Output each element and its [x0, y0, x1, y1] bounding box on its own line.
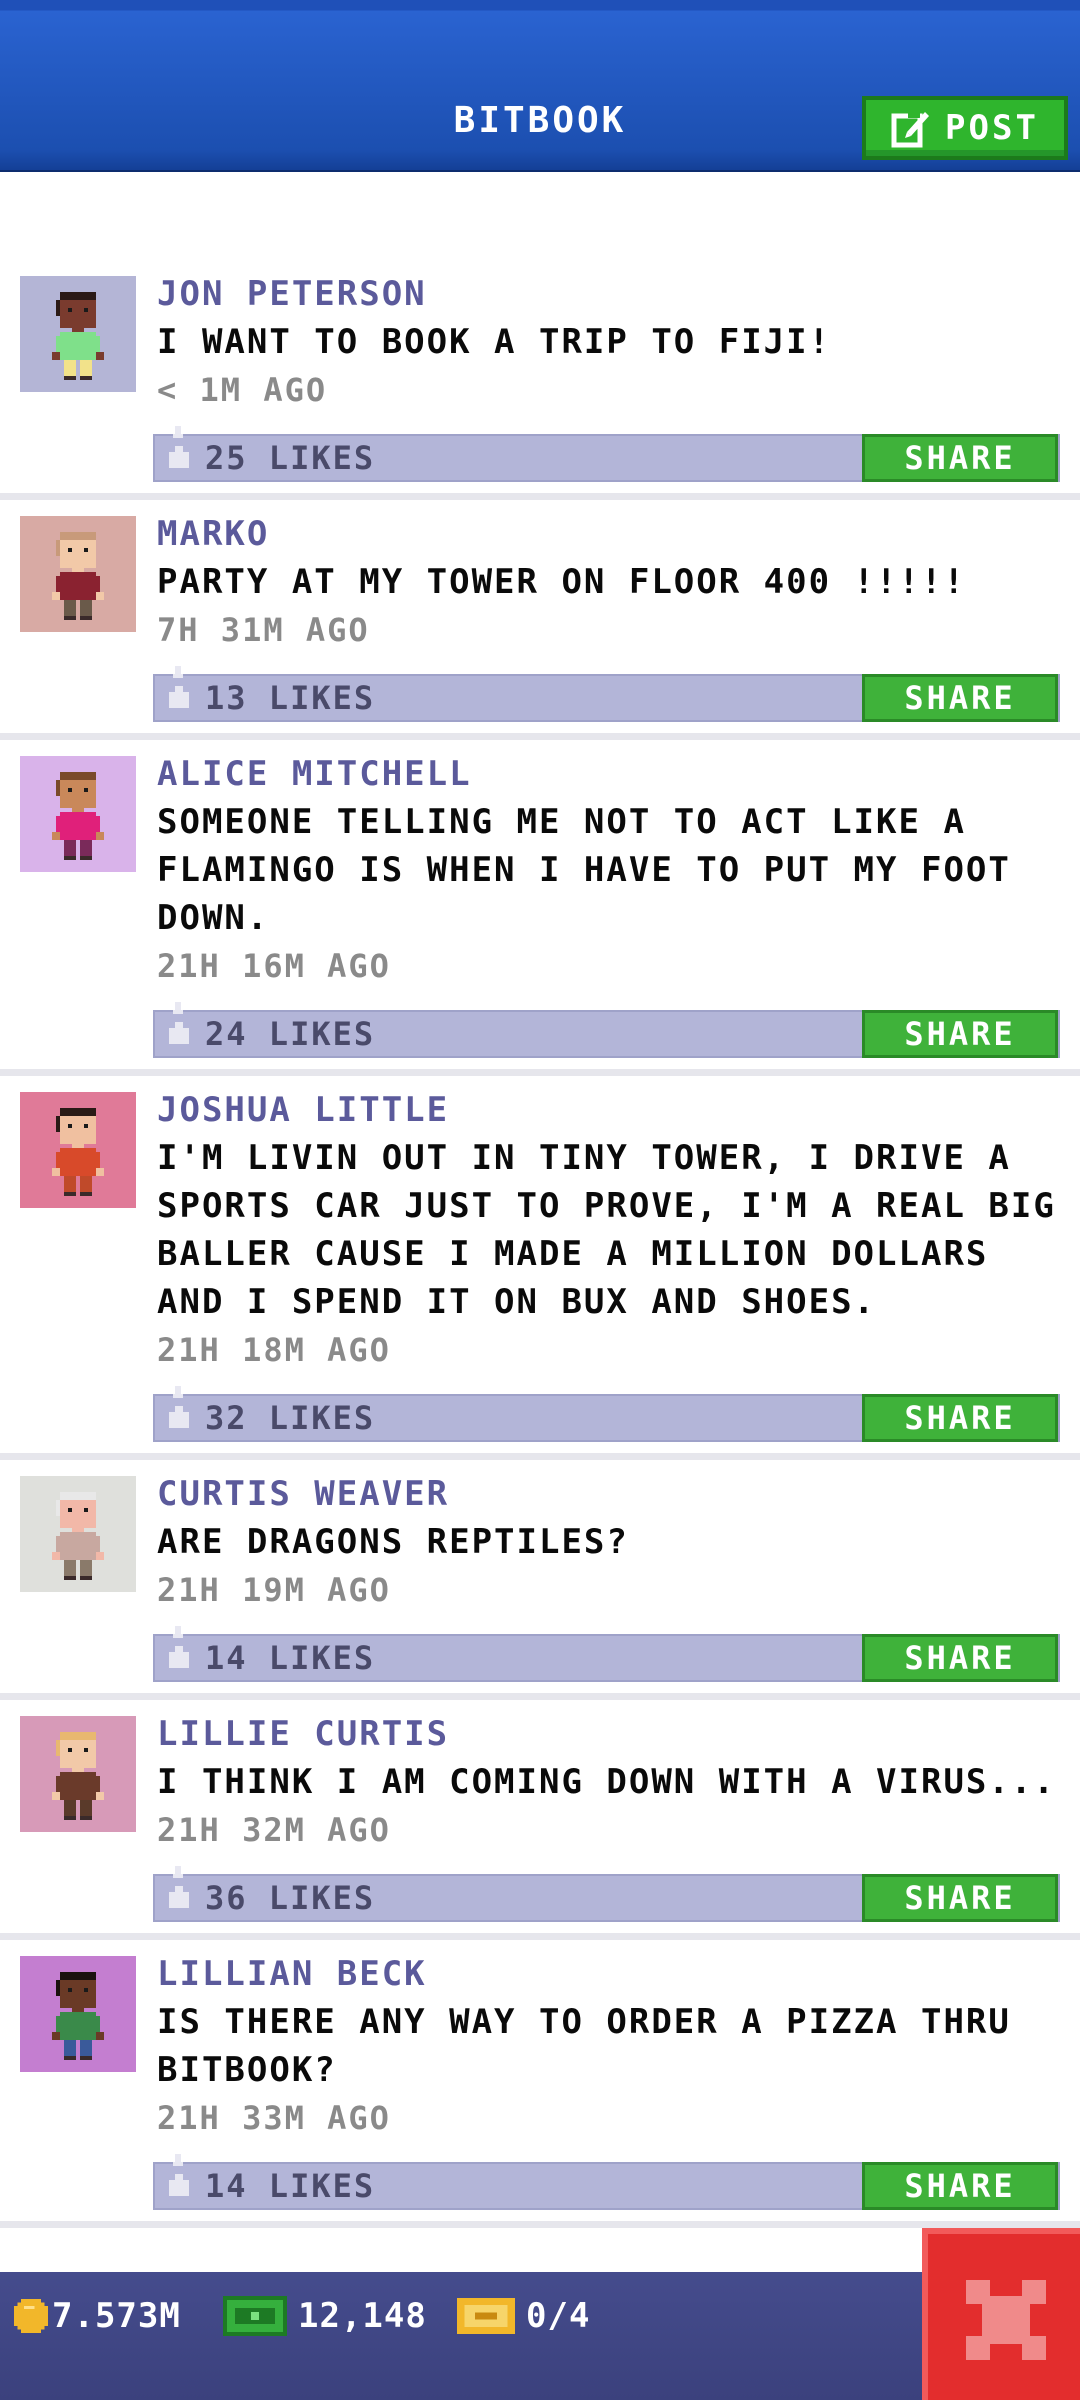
post-text: IS THERE ANY WAY TO ORDER A PIZZA THRU B… — [157, 2002, 1011, 2090]
feed-post: JON PETERSON I WANT TO BOOK A TRIP TO FI… — [0, 260, 1080, 500]
close-button[interactable] — [922, 2228, 1080, 2400]
post-author[interactable]: LILLIAN BECK — [157, 1950, 1066, 1998]
tickets-value: 0/4 — [526, 2296, 591, 2336]
thumbs-up-icon — [169, 1002, 189, 1044]
edit-icon — [891, 110, 930, 148]
like-bar[interactable]: 32 LIKES SHARE — [153, 1386, 1060, 1442]
share-button[interactable]: SHARE — [862, 434, 1058, 482]
avatar[interactable] — [20, 1092, 136, 1208]
likes-count: 36 LIKES — [205, 1879, 376, 1917]
thumbs-up-icon — [169, 1866, 189, 1908]
share-button[interactable]: SHARE — [862, 1394, 1058, 1442]
post-timestamp: 21H 18M AGO — [157, 1331, 391, 1369]
thumbs-up-icon — [169, 426, 189, 468]
post-author[interactable]: JON PETERSON — [157, 270, 1066, 318]
like-bar[interactable]: 25 LIKES SHARE — [153, 426, 1060, 482]
feed-post: CURTIS WEAVER ARE DRAGONS REPTILES? 21H … — [0, 1460, 1080, 1700]
share-button[interactable]: SHARE — [862, 1634, 1058, 1682]
post-text: PARTY AT MY TOWER ON FLOOR 400 !!!!! — [157, 562, 966, 602]
like-bar[interactable]: 24 LIKES SHARE — [153, 1002, 1060, 1058]
post-text: I THINK I AM COMING DOWN WITH A VIRUS... — [157, 1762, 1056, 1802]
avatar[interactable] — [20, 276, 136, 392]
bottom-bar: 7.573M 12,148 0/4 — [0, 2272, 1080, 2400]
coin-icon — [14, 2299, 48, 2333]
coins-stat[interactable]: 7.573M — [14, 2288, 181, 2344]
share-button[interactable]: SHARE — [862, 1010, 1058, 1058]
feed-post: LILLIAN BECK IS THERE ANY WAY TO ORDER A… — [0, 1940, 1080, 2228]
likes-count: 14 LIKES — [205, 1639, 376, 1677]
feed-post: MARKO PARTY AT MY TOWER ON FLOOR 400 !!!… — [0, 500, 1080, 740]
likes-count: 13 LIKES — [205, 679, 376, 717]
post-text: I WANT TO BOOK A TRIP TO FIJI! — [157, 322, 832, 362]
post-timestamp: 21H 32M AGO — [157, 1811, 391, 1849]
like-bar[interactable]: 36 LIKES SHARE — [153, 1866, 1060, 1922]
thumbs-up-icon — [169, 1386, 189, 1428]
bux-icon — [223, 2296, 287, 2336]
feed-post: ALICE MITCHELL SOMEONE TELLING ME NOT TO… — [0, 740, 1080, 1076]
post-author[interactable]: MARKO — [157, 510, 1066, 558]
post-text: I'M LIVIN OUT IN TINY TOWER, I DRIVE A S… — [157, 1138, 1056, 1322]
avatar[interactable] — [20, 1716, 136, 1832]
likes-count: 24 LIKES — [205, 1015, 376, 1053]
post-timestamp: 21H 16M AGO — [157, 947, 391, 985]
post-author[interactable]: LILLIE CURTIS — [157, 1710, 1066, 1758]
likes-count: 25 LIKES — [205, 439, 376, 477]
like-bar[interactable]: 14 LIKES SHARE — [153, 1626, 1060, 1682]
post-button[interactable]: POST — [862, 96, 1068, 160]
thumbs-up-icon — [169, 2154, 189, 2196]
share-button[interactable]: SHARE — [862, 674, 1058, 722]
feed-list[interactable]: JON PETERSON I WANT TO BOOK A TRIP TO FI… — [0, 260, 1080, 2228]
post-timestamp: 7H 31M AGO — [157, 611, 370, 649]
post-text: ARE DRAGONS REPTILES? — [157, 1522, 629, 1562]
post-author[interactable]: CURTIS WEAVER — [157, 1470, 1066, 1518]
post-timestamp: < 1M AGO — [157, 371, 328, 409]
bux-stat[interactable]: 12,148 — [222, 2288, 427, 2344]
thumbs-up-icon — [169, 666, 189, 708]
share-button[interactable]: SHARE — [862, 2162, 1058, 2210]
like-bar[interactable]: 14 LIKES SHARE — [153, 2154, 1060, 2210]
post-author[interactable]: ALICE MITCHELL — [157, 750, 1066, 798]
likes-count: 14 LIKES — [205, 2167, 376, 2205]
avatar[interactable] — [20, 516, 136, 632]
share-button[interactable]: SHARE — [862, 1874, 1058, 1922]
feed-post: LILLIE CURTIS I THINK I AM COMING DOWN W… — [0, 1700, 1080, 1940]
ticket-icon — [457, 2298, 515, 2334]
post-timestamp: 21H 33M AGO — [157, 2099, 391, 2137]
bux-value: 12,148 — [298, 2296, 427, 2336]
post-timestamp: 21H 19M AGO — [157, 1571, 391, 1609]
post-author[interactable]: JOSHUA LITTLE — [157, 1086, 1066, 1134]
top-bar: BITBOOK POST — [0, 0, 1080, 172]
coins-value: 7.573M — [52, 2296, 181, 2336]
likes-count: 32 LIKES — [205, 1399, 376, 1437]
post-button-label: POST — [945, 108, 1039, 148]
like-bar[interactable]: 13 LIKES SHARE — [153, 666, 1060, 722]
post-text: SOMEONE TELLING ME NOT TO ACT LIKE A FLA… — [157, 802, 1011, 938]
feed-post: JOSHUA LITTLE I'M LIVIN OUT IN TINY TOWE… — [0, 1076, 1080, 1460]
avatar[interactable] — [20, 1476, 136, 1592]
avatar[interactable] — [20, 756, 136, 872]
avatar[interactable] — [20, 1956, 136, 2072]
thumbs-up-icon — [169, 1626, 189, 1668]
close-icon — [966, 2280, 1046, 2360]
tickets-stat[interactable]: 0/4 — [456, 2288, 590, 2344]
